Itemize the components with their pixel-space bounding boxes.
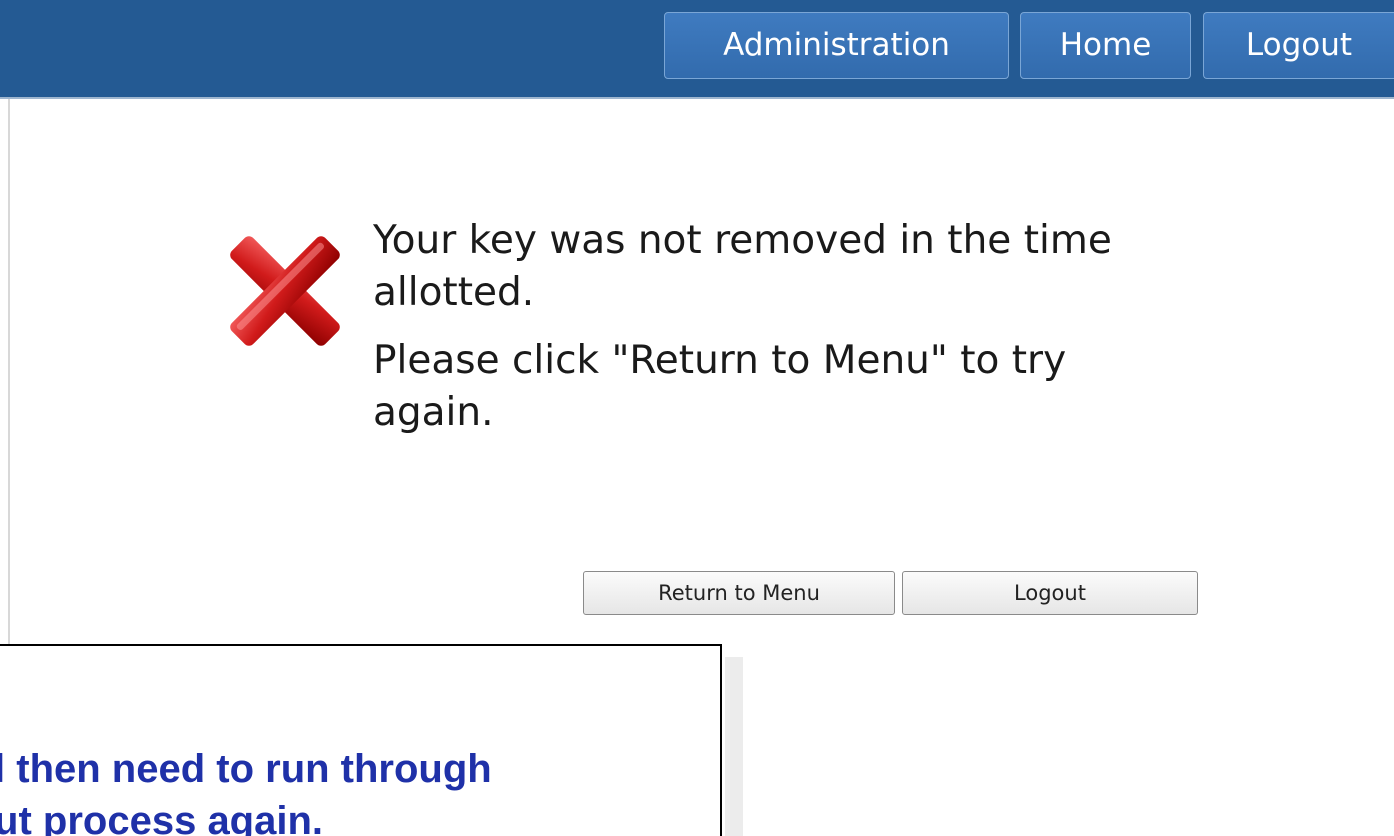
message-instruction: Please click "Return to Menu" to try aga… bbox=[373, 338, 1067, 435]
error-x-icon bbox=[230, 236, 340, 346]
top-navigation-bar: Administration Home Logout bbox=[0, 0, 1394, 99]
callout-text: r will then need to run through ck out p… bbox=[0, 743, 720, 836]
nav-home-button[interactable]: Home bbox=[1020, 12, 1191, 79]
logout-button[interactable]: Logout bbox=[902, 571, 1198, 615]
callout-line-2: ck out process again. bbox=[0, 799, 324, 836]
page: Administration Home Logout Your key was … bbox=[0, 0, 1394, 836]
background-panel bbox=[725, 657, 743, 836]
callout-box: r will then need to run through ck out p… bbox=[0, 644, 722, 836]
nav-administration-button[interactable]: Administration bbox=[664, 12, 1009, 79]
content-left-border bbox=[8, 99, 10, 647]
error-message: Your key was not removed in the time all… bbox=[373, 215, 1153, 455]
return-to-menu-button[interactable]: Return to Menu bbox=[583, 571, 895, 615]
message-timeout: Your key was not removed in the time all… bbox=[373, 218, 1112, 315]
callout-line-1: r will then need to run through bbox=[0, 747, 492, 791]
nav-logout-button[interactable]: Logout bbox=[1203, 12, 1394, 79]
